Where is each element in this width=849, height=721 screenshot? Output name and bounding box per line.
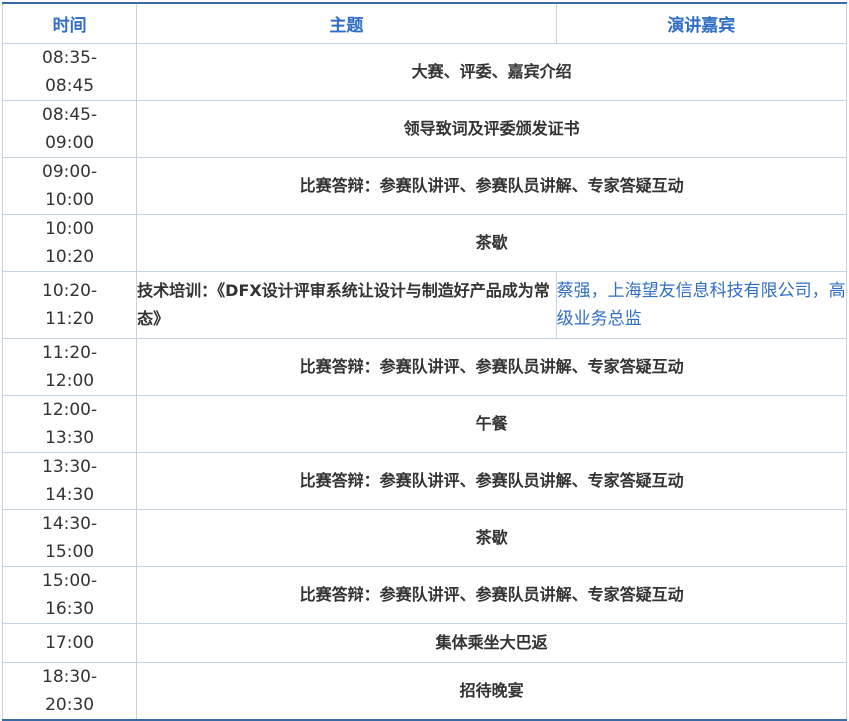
time-end: 13:30 [45,428,95,448]
time-end: 11:20 [45,309,95,329]
time-start: 12:00- [42,400,98,420]
topic-cell: 茶歇 [136,214,847,272]
time-cell: 08:45- 09:00 [1,100,138,158]
table-row: 10:20- 11:20 技术培训：《DFX设计评审系统让设计与制造好产品成为常… [1,271,848,339]
time-cell: 13:30- 14:30 [1,452,138,510]
topic-cell: 招待晚宴 [136,662,847,721]
time-start: 09:00- [42,162,98,182]
time-end: 15:00 [45,542,95,562]
table-header-row: 时间 主题 演讲嘉宾 [1,2,848,44]
table-row: 10:00 10:20 茶歇 [1,214,847,272]
time-end: 20:30 [45,695,95,715]
table-row: 13:30- 14:30 比赛答辩：参赛队讲评、参赛队员讲解、专家答疑互动 [1,452,847,510]
table-row: 09:00- 10:00 比赛答辩：参赛队讲评、参赛队员讲解、专家答疑互动 [1,157,847,215]
time-start: 10:20- [42,281,98,301]
time-start: 10:00 [45,219,95,239]
time-start: 14:30- [42,514,98,534]
time-start: 08:45- [42,105,98,125]
topic-cell: 领导致词及评委颁发证书 [136,100,847,158]
table-row: 15:00- 16:30 比赛答辩：参赛队讲评、参赛队员讲解、专家答疑互动 [1,566,847,624]
time-cell: 14:30- 15:00 [1,509,138,567]
header-speaker: 演讲嘉宾 [555,2,848,44]
time-cell: 15:00- 16:30 [1,566,138,624]
time-end: 16:30 [45,599,95,619]
table-row: 08:35- 08:45 大赛、评委、嘉宾介绍 [1,43,847,101]
time-start: 11:20- [42,343,98,363]
time-start: 13:30- [42,457,98,477]
header-topic: 主题 [136,2,557,44]
topic-cell: 午餐 [136,395,847,453]
table-row: 08:45- 09:00 领导致词及评委颁发证书 [1,100,847,158]
time-end: 12:00 [45,371,95,391]
topic-cell: 大赛、评委、嘉宾介绍 [136,43,847,101]
topic-cell: 集体乘坐大巴返 [136,623,847,663]
time-cell: 11:20- 12:00 [1,338,138,396]
topic-cell: 比赛答辩：参赛队讲评、参赛队员讲解、专家答疑互动 [136,566,847,624]
topic-cell: 比赛答辩：参赛队讲评、参赛队员讲解、专家答疑互动 [136,338,847,396]
topic-cell: 比赛答辩：参赛队讲评、参赛队员讲解、专家答疑互动 [136,452,847,510]
time-start: 18:30- [42,667,98,687]
time-cell: 09:00- 10:00 [1,157,138,215]
time-end: 14:30 [45,485,95,505]
time-cell: 08:35- 08:45 [1,43,138,101]
time-cell: 12:00- 13:30 [1,395,138,453]
table-row: 17:00 集体乘坐大巴返 [1,623,847,663]
time-cell: 10:00 10:20 [1,214,138,272]
table-row: 12:00- 13:30 午餐 [1,395,847,453]
time-start: 17:00 [45,633,95,653]
header-time: 时间 [1,2,138,44]
topic-cell: 技术培训：《DFX设计评审系统让设计与制造好产品成为常态》 [136,271,557,339]
speaker-cell: 蔡强，上海望友信息科技有限公司，高级业务总监 [555,271,848,339]
time-cell: 10:20- 11:20 [1,271,138,339]
schedule-table: 时间 主题 演讲嘉宾 08:35- 08:45 大赛、评委、嘉宾介绍 08:45… [1,2,848,721]
table-row: 18:30- 20:30 招待晚宴 [1,662,847,721]
time-start: 08:35- [42,48,98,68]
time-end: 08:45 [45,76,95,96]
time-end: 09:00 [45,133,95,153]
time-cell: 17:00 [1,623,138,663]
time-end: 10:20 [45,247,95,267]
time-end: 10:00 [45,190,95,210]
time-start: 15:00- [42,571,98,591]
table-row: 11:20- 12:00 比赛答辩：参赛队讲评、参赛队员讲解、专家答疑互动 [1,338,847,396]
topic-cell: 比赛答辩：参赛队讲评、参赛队员讲解、专家答疑互动 [136,157,847,215]
table-row: 14:30- 15:00 茶歇 [1,509,847,567]
topic-cell: 茶歇 [136,509,847,567]
time-cell: 18:30- 20:30 [1,662,138,721]
